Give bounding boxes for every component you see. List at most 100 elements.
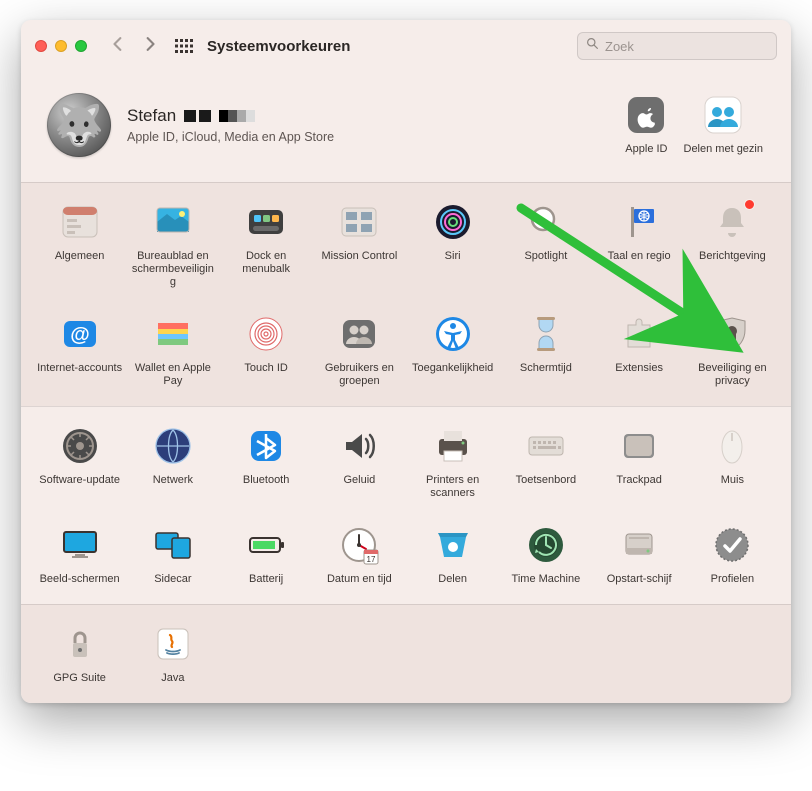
pref-dock[interactable]: Dock en menubalk <box>220 197 313 293</box>
pref-printers[interactable]: Printers en scanners <box>406 421 499 504</box>
pref-internet[interactable]: @Internet-accounts <box>33 309 126 392</box>
pref-java[interactable]: Java <box>126 619 219 689</box>
svg-text:@: @ <box>70 324 90 346</box>
pref-displays[interactable]: Beeld-schermen <box>33 520 126 590</box>
pref-label: Bureaublad en schermbeveiliging <box>130 250 216 289</box>
general-icon <box>59 201 101 243</box>
pref-mouse[interactable]: Muis <box>686 421 779 504</box>
pref-label: Printers en scanners <box>410 474 496 500</box>
appleid-icon <box>625 94 667 136</box>
pref-label: Delen <box>438 573 467 586</box>
pref-label: Mission Control <box>321 250 397 263</box>
pref-timemachine[interactable]: Time Machine <box>499 520 592 590</box>
pref-a11y[interactable]: Toegankelijkheid <box>406 309 499 392</box>
close-button[interactable] <box>35 40 47 52</box>
back-button[interactable] <box>111 37 125 56</box>
mouse-icon <box>711 425 753 467</box>
forward-button[interactable] <box>143 37 157 56</box>
a11y-icon <box>432 313 474 355</box>
java-icon <box>152 623 194 665</box>
pref-sound[interactable]: Geluid <box>313 421 406 504</box>
extensions-icon <box>618 313 660 355</box>
sharing-icon <box>432 524 474 566</box>
pref-battery[interactable]: Batterij <box>220 520 313 590</box>
zoom-button[interactable] <box>75 40 87 52</box>
svg-text:17: 17 <box>367 555 376 564</box>
pref-security[interactable]: Beveiliging en privacy <box>686 309 779 392</box>
pref-sharing[interactable]: Delen <box>406 520 499 590</box>
pref-startup[interactable]: Opstart-schijf <box>593 520 686 590</box>
pref-label: Wallet en Apple Pay <box>130 362 216 388</box>
redacted-text <box>219 110 255 122</box>
pref-users[interactable]: Gebruikers en groepen <box>313 309 406 392</box>
pref-label: Extensies <box>615 362 663 375</box>
pref-label: Muis <box>721 474 744 487</box>
pref-notifications[interactable]: Berichtgeving <box>686 197 779 293</box>
wallet-icon <box>152 313 194 355</box>
pref-label: Apple ID <box>625 143 667 156</box>
user-avatar[interactable]: 🐺 <box>47 93 111 157</box>
pref-spotlight[interactable]: Spotlight <box>499 197 592 293</box>
pref-label: Siri <box>445 250 461 263</box>
dock-icon <box>245 201 287 243</box>
pref-label: Beeld-schermen <box>40 573 120 586</box>
pref-label: Spotlight <box>524 250 567 263</box>
timemachine-icon <box>525 524 567 566</box>
pref-label: Time Machine <box>512 573 581 586</box>
datetime-icon: 17 <box>338 524 380 566</box>
pref-label: Toegankelijkheid <box>412 362 493 375</box>
pref-label: Taal en regio <box>608 250 671 263</box>
search-field[interactable] <box>577 32 777 60</box>
pref-gpg[interactable]: GPG Suite <box>33 619 126 689</box>
toolbar: Systeemvoorkeuren <box>21 20 791 72</box>
sound-icon <box>338 425 380 467</box>
siri-icon <box>432 201 474 243</box>
desktop-icon <box>152 201 194 243</box>
pref-label: Delen met gezin <box>684 143 764 156</box>
pref-network[interactable]: Netwerk <box>126 421 219 504</box>
pref-siri[interactable]: Siri <box>406 197 499 293</box>
pref-label: Toetsenbord <box>516 474 577 487</box>
profiles-icon <box>711 524 753 566</box>
search-icon <box>586 37 599 55</box>
pref-screentime[interactable]: Schermtijd <box>499 309 592 392</box>
internet-icon: @ <box>59 313 101 355</box>
pref-trackpad[interactable]: Trackpad <box>593 421 686 504</box>
pref-mission[interactable]: Mission Control <box>313 197 406 293</box>
user-subtitle: Apple ID, iCloud, Media en App Store <box>127 130 334 144</box>
pref-label: Software-update <box>39 474 120 487</box>
users-icon <box>338 313 380 355</box>
startup-icon <box>618 524 660 566</box>
spotlight-icon <box>525 201 567 243</box>
pref-label: Touch ID <box>244 362 287 375</box>
show-all-button[interactable] <box>175 39 193 53</box>
pref-keyboard[interactable]: Toetsenbord <box>499 421 592 504</box>
pref-datetime[interactable]: 17Datum en tijd <box>313 520 406 590</box>
pref-touchid[interactable]: Touch ID <box>220 309 313 392</box>
redacted-text <box>184 110 211 122</box>
bluetooth-icon <box>245 425 287 467</box>
pref-family[interactable]: Delen met gezin <box>682 90 766 160</box>
pref-general[interactable]: Algemeen <box>33 197 126 293</box>
pref-sidecar[interactable]: Sidecar <box>126 520 219 590</box>
pref-wallet[interactable]: Wallet en Apple Pay <box>126 309 219 392</box>
pref-bluetooth[interactable]: Bluetooth <box>220 421 313 504</box>
family-icon <box>702 94 744 136</box>
language-icon <box>618 201 660 243</box>
minimize-button[interactable] <box>55 40 67 52</box>
security-icon <box>711 313 753 355</box>
trackpad-icon <box>618 425 660 467</box>
pref-label: Batterij <box>249 573 283 586</box>
screentime-icon <box>525 313 567 355</box>
keyboard-icon <box>525 425 567 467</box>
pref-language[interactable]: Taal en regio <box>593 197 686 293</box>
pref-desktop[interactable]: Bureaublad en schermbeveiliging <box>126 197 219 293</box>
pref-profiles[interactable]: Profielen <box>686 520 779 590</box>
pref-appleid[interactable]: Apple ID <box>623 90 669 160</box>
pref-update[interactable]: Software-update <box>33 421 126 504</box>
user-info: Stefan Apple ID, iCloud, Media en App St… <box>127 106 334 144</box>
search-input[interactable] <box>605 39 768 54</box>
pref-label: Schermtijd <box>520 362 572 375</box>
pref-extensions[interactable]: Extensies <box>593 309 686 392</box>
pref-label: Java <box>161 672 184 685</box>
